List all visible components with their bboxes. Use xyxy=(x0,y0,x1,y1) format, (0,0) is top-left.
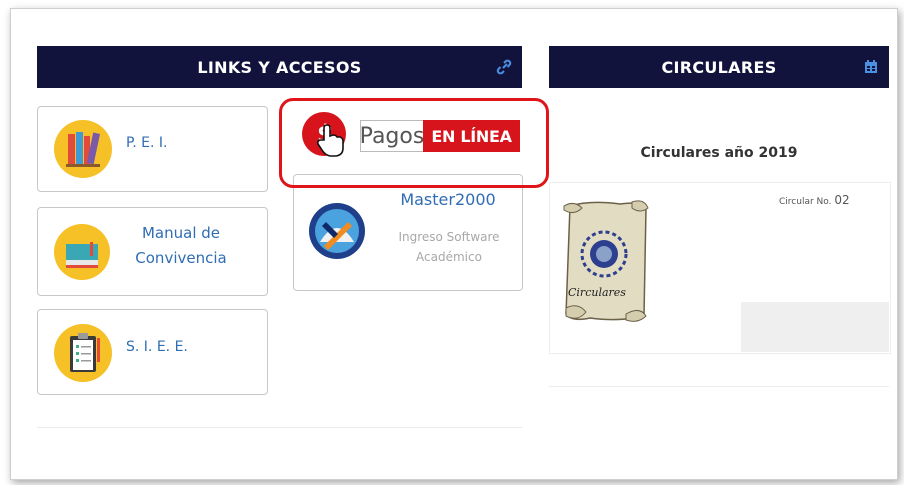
clipboard-icon xyxy=(54,324,112,382)
master2000-subtitle: Ingreso Software Académico xyxy=(398,230,500,264)
circular-number-value: 02 xyxy=(834,193,850,207)
circulares-divider xyxy=(549,386,889,387)
calendar-icon xyxy=(865,60,877,73)
siee-label[interactable]: S. I. E. E. xyxy=(126,339,206,355)
circulares-heading: Circulares año 2019 xyxy=(640,145,798,161)
circulares-header: CIRCULARES xyxy=(549,46,889,88)
master2000-title[interactable]: Master2000 xyxy=(394,190,502,209)
master2000-card[interactable]: Master2000 Ingreso Software Académico xyxy=(293,174,523,291)
links-title: LINKS Y ACCESOS xyxy=(197,57,362,77)
scroll-text: Circulares xyxy=(568,286,626,299)
highlight-box xyxy=(279,98,549,188)
link-icon xyxy=(496,59,512,75)
master2000-logo xyxy=(308,202,366,260)
circulares-title: CIRCULARES xyxy=(661,57,777,77)
circular-footer-area xyxy=(741,302,889,352)
circular-prefix: Circular No. xyxy=(779,197,832,207)
circular-number[interactable]: Circular No. 02 xyxy=(779,193,850,207)
links-divider xyxy=(37,427,522,428)
books-icon xyxy=(54,120,112,178)
manual-card[interactable]: Manual de Convivencia xyxy=(37,207,268,296)
scroll-icon[interactable]: Circulares xyxy=(560,198,652,328)
pei-card[interactable]: P. E. I. xyxy=(37,106,268,192)
manual-label[interactable]: Manual de Convivencia xyxy=(126,221,236,271)
book-icon xyxy=(54,224,110,280)
siee-card[interactable]: S. I. E. E. xyxy=(37,309,268,395)
pei-label[interactable]: P. E. I. xyxy=(126,135,186,151)
links-header: LINKS Y ACCESOS xyxy=(37,46,522,88)
